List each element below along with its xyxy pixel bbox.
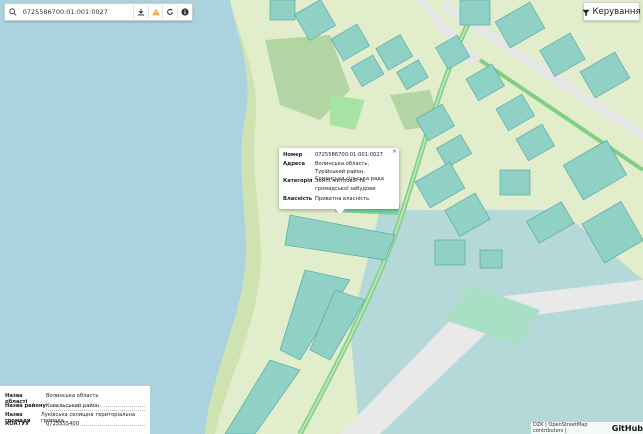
region-info-panel: Назва області Волинська область Назва ра… — [0, 386, 150, 434]
popup-row-key: Номер — [283, 152, 303, 158]
info-row: Назва району Ковельський район — [5, 403, 145, 411]
info-row-value: Ковельський район — [46, 403, 100, 409]
info-row-value: 0725555400 — [46, 421, 80, 427]
popup-row-value: 0725586700:01:001:0027 — [315, 152, 383, 158]
popup-row-value: Приватна власність — [315, 196, 370, 202]
parcel-popup: × Номер 0725586700:01:001:0027 Адреса Во… — [279, 148, 399, 214]
popup-row: Власність Приватна власність — [283, 196, 395, 204]
attribution-text[interactable]: DZK | OpenStreetMap contributors | — [533, 422, 610, 434]
popup-row: Категорія Землі житлової та громадської … — [283, 178, 395, 193]
info-row-key: Назва району — [5, 403, 46, 409]
info-icon[interactable] — [177, 5, 192, 19]
manage-button-label: Керування — [592, 6, 641, 17]
search-bar — [4, 3, 193, 21]
popup-row-value: Землі житлової та громадської забудови — [315, 178, 376, 192]
filter-icon — [582, 2, 591, 21]
info-row-key: КОАТУУ — [5, 421, 30, 427]
search-input[interactable] — [20, 8, 133, 16]
manage-button[interactable]: Керування — [582, 2, 641, 21]
github-logo[interactable]: GitHub — [612, 424, 643, 433]
download-icon[interactable] — [132, 5, 148, 19]
search-icon[interactable] — [5, 4, 21, 20]
popup-row: Номер 0725586700:01:001:0027 — [283, 152, 395, 160]
popup-row-key: Категорія — [283, 178, 313, 184]
popup-row-key: Власність — [283, 196, 313, 202]
map-attribution: DZK | OpenStreetMap contributors | GitHu… — [531, 422, 643, 434]
map-canvas[interactable] — [0, 0, 643, 434]
refresh-icon[interactable] — [162, 5, 177, 19]
info-row: КОАТУУ 0725555400 — [5, 421, 145, 427]
warning-icon[interactable] — [147, 5, 163, 19]
